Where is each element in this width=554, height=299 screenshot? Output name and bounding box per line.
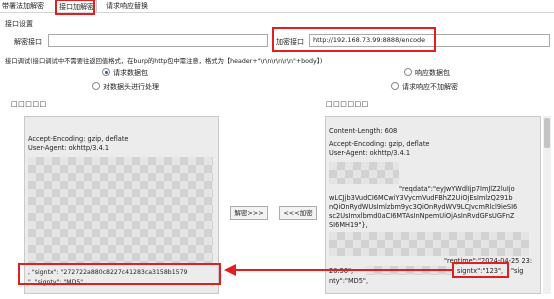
red-arrow-icon: [224, 264, 452, 276]
